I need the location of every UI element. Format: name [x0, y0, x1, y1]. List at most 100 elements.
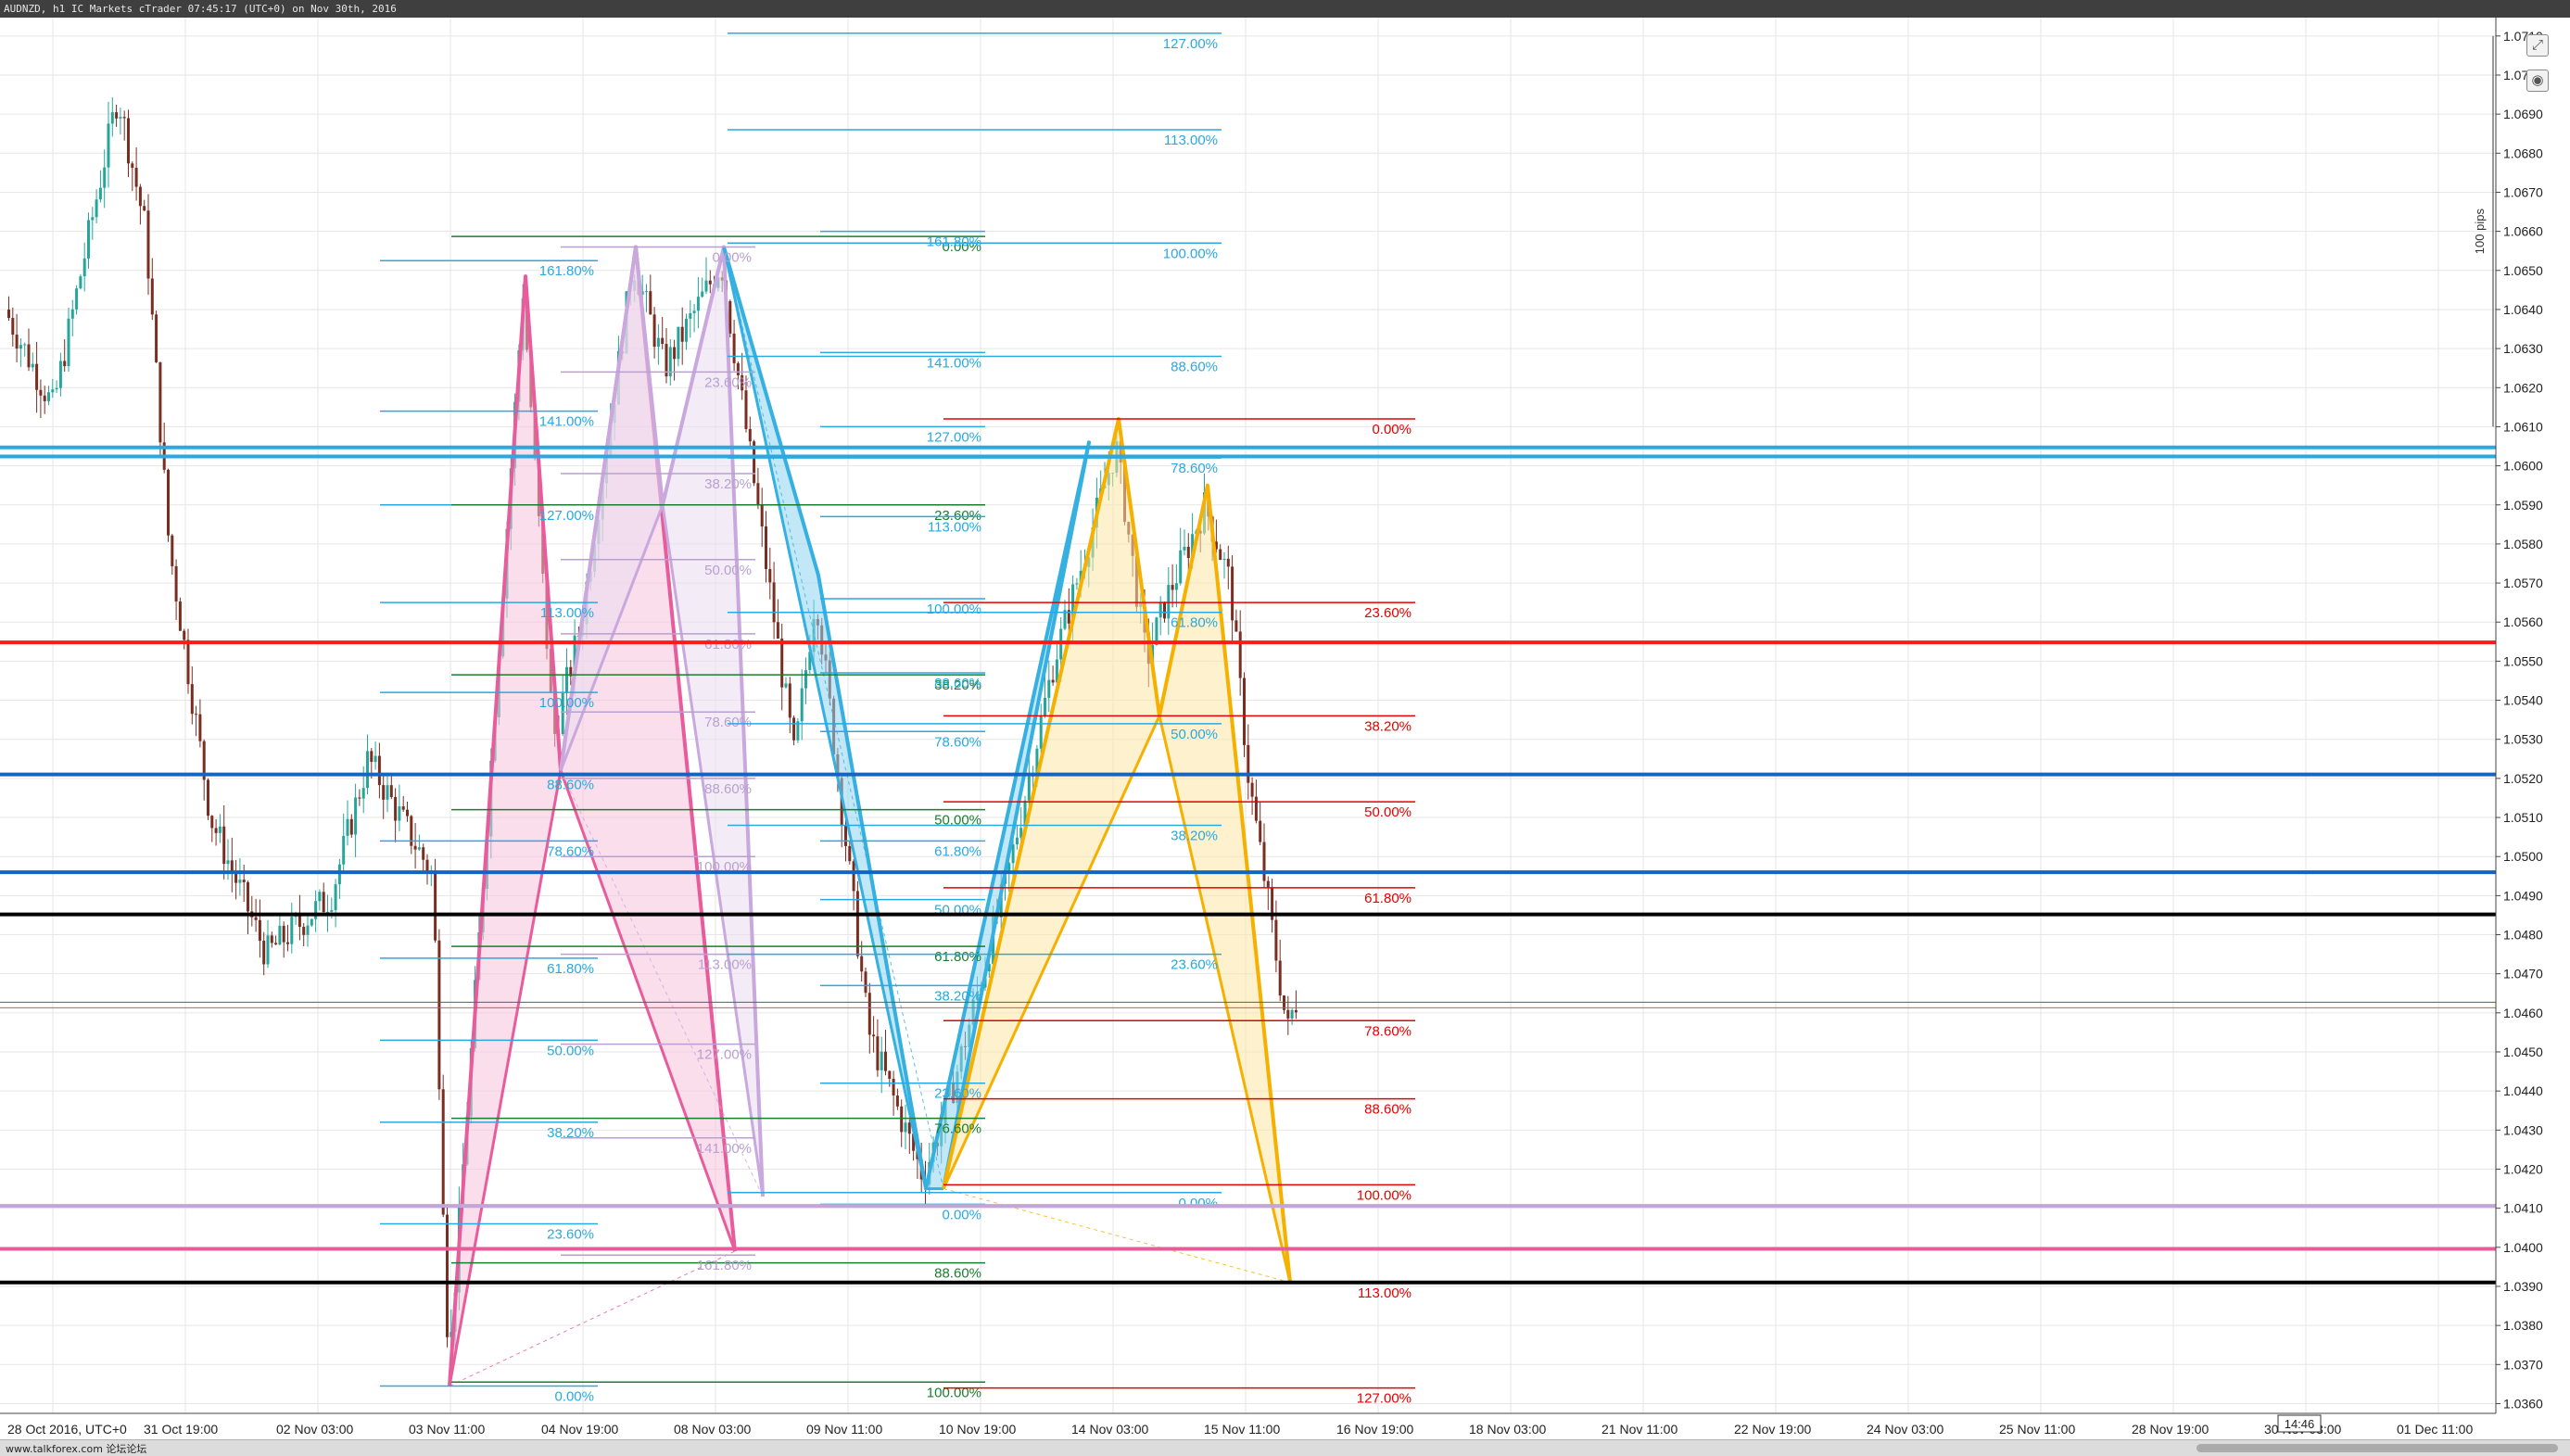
- fib-level-label: 88.60%: [934, 1266, 981, 1282]
- price-tick-label: 1.0620: [2503, 380, 2543, 395]
- fib-level-label: 23.60%: [547, 1227, 594, 1243]
- candle-body: [51, 389, 55, 393]
- candle-body: [298, 916, 301, 928]
- fib-level-label: 50.00%: [704, 563, 752, 578]
- price-tick-label: 1.0430: [2503, 1122, 2543, 1137]
- candle-body: [884, 1051, 887, 1071]
- candle-body: [1294, 1009, 1298, 1013]
- fib-level-label: 78.60%: [704, 715, 752, 730]
- candle-body: [35, 363, 39, 390]
- fib-level-label: 50.00%: [1364, 804, 1412, 820]
- fib-level-label: 61.80%: [1364, 891, 1412, 906]
- popout-icon[interactable]: ⤢: [2526, 34, 2549, 57]
- candle-body: [389, 785, 393, 797]
- candle-body: [318, 892, 322, 902]
- fib-level-label: 88.60%: [547, 778, 594, 793]
- candle-body: [1051, 679, 1055, 683]
- candle-body: [701, 291, 704, 298]
- price-tick-label: 1.0600: [2503, 459, 2543, 474]
- fib-level-label: 38.20%: [1364, 718, 1412, 734]
- candle-body: [1167, 585, 1171, 619]
- candle-body: [278, 925, 282, 945]
- candle-body: [1179, 550, 1183, 584]
- time-tick-label: 01 Dec 11:00: [2397, 1422, 2473, 1437]
- candle-body: [290, 917, 294, 944]
- candle-body: [75, 288, 79, 310]
- candle-body: [1015, 837, 1019, 845]
- candle-body: [377, 755, 381, 786]
- candle-body: [186, 639, 190, 685]
- price-tick-label: 1.0400: [2503, 1240, 2543, 1255]
- candle-body: [677, 326, 680, 360]
- candle-body: [310, 918, 313, 926]
- price-tick-label: 1.0500: [2503, 849, 2543, 864]
- window-title: AUDNZD, h1 IC Markets cTrader 07:45:17 (…: [0, 0, 2570, 18]
- candle-body: [346, 818, 349, 836]
- candle-body: [872, 1034, 876, 1037]
- time-tick-label: 15 Nov 11:00: [1204, 1422, 1280, 1437]
- time-tick-label: 25 Nov 11:00: [1999, 1422, 2075, 1437]
- candle-body: [776, 622, 779, 639]
- candle-body: [366, 751, 369, 789]
- price-tick-label: 1.0660: [2503, 224, 2543, 239]
- candle-body: [1047, 679, 1051, 698]
- fib-level-label: 100.00%: [927, 601, 981, 617]
- candle-body: [7, 309, 10, 319]
- candle-body: [401, 806, 405, 810]
- time-tick-label: 09 Nov 11:00: [806, 1422, 882, 1437]
- fib-level-label: 100.00%: [1357, 1187, 1412, 1203]
- time-tick-label: 02 Nov 03:00: [276, 1422, 353, 1437]
- candle-body: [322, 892, 325, 913]
- candle-body: [904, 1122, 907, 1133]
- fib-level-label: 38.20%: [934, 988, 981, 1004]
- price-tick-label: 1.0650: [2503, 263, 2543, 278]
- candle-body: [406, 809, 409, 817]
- fib-level-label: 141.00%: [697, 1141, 752, 1157]
- candle-body: [238, 880, 242, 883]
- candle-body: [354, 797, 358, 835]
- candle-body: [314, 901, 318, 919]
- candle-body: [67, 318, 70, 367]
- candle-body: [772, 582, 776, 623]
- candle-body: [107, 123, 110, 168]
- price-tick-label: 1.0420: [2503, 1161, 2543, 1176]
- fib-level-label: 141.00%: [927, 355, 981, 371]
- candle-body: [907, 1122, 911, 1134]
- fib-level-label: 88.60%: [934, 676, 981, 691]
- candle-body: [95, 199, 98, 218]
- candle-body: [1183, 546, 1186, 551]
- candle-body: [70, 309, 74, 319]
- price-tick-label: 1.0470: [2503, 967, 2543, 981]
- candle-body: [1044, 697, 1046, 716]
- candle-body: [900, 1106, 904, 1133]
- candle-body: [1158, 601, 1162, 618]
- candle-body: [373, 755, 377, 763]
- candle-body: [47, 392, 50, 401]
- candle-body: [1290, 1009, 1294, 1019]
- price-tick-label: 1.0590: [2503, 498, 2543, 513]
- fib-level-label: 78.60%: [1171, 461, 1218, 476]
- price-chart[interactable]: 161.80% 141.00% 127.00% 113.00% 100.00% 88.60…: [0, 18, 2570, 1439]
- candle-body: [274, 943, 278, 945]
- candle-body: [708, 280, 712, 285]
- camera-icon[interactable]: ◉: [2526, 70, 2549, 92]
- candle-body: [143, 206, 146, 211]
- candle-body: [337, 864, 341, 885]
- candle-body: [190, 684, 194, 715]
- candle-body: [800, 688, 804, 722]
- candle-body: [692, 310, 696, 313]
- candle-body: [39, 389, 43, 396]
- fib-level-label: 61.80%: [934, 843, 981, 859]
- candle-body: [155, 314, 158, 362]
- fib-level-label: 113.00%: [540, 605, 594, 621]
- candle-body: [122, 117, 126, 119]
- candle-body: [784, 683, 788, 688]
- candle-body: [134, 168, 138, 187]
- horizontal-scrollbar[interactable]: [2197, 1444, 2558, 1452]
- price-tick-label: 1.0610: [2503, 419, 2543, 434]
- candle-body: [214, 828, 218, 833]
- time-tick-label: 21 Nov 11:00: [1602, 1422, 1677, 1437]
- time-tick-label: 16 Nov 19:00: [1336, 1422, 1413, 1437]
- time-tick-label: 18 Nov 03:00: [1469, 1422, 1546, 1437]
- candle-body: [437, 940, 441, 1090]
